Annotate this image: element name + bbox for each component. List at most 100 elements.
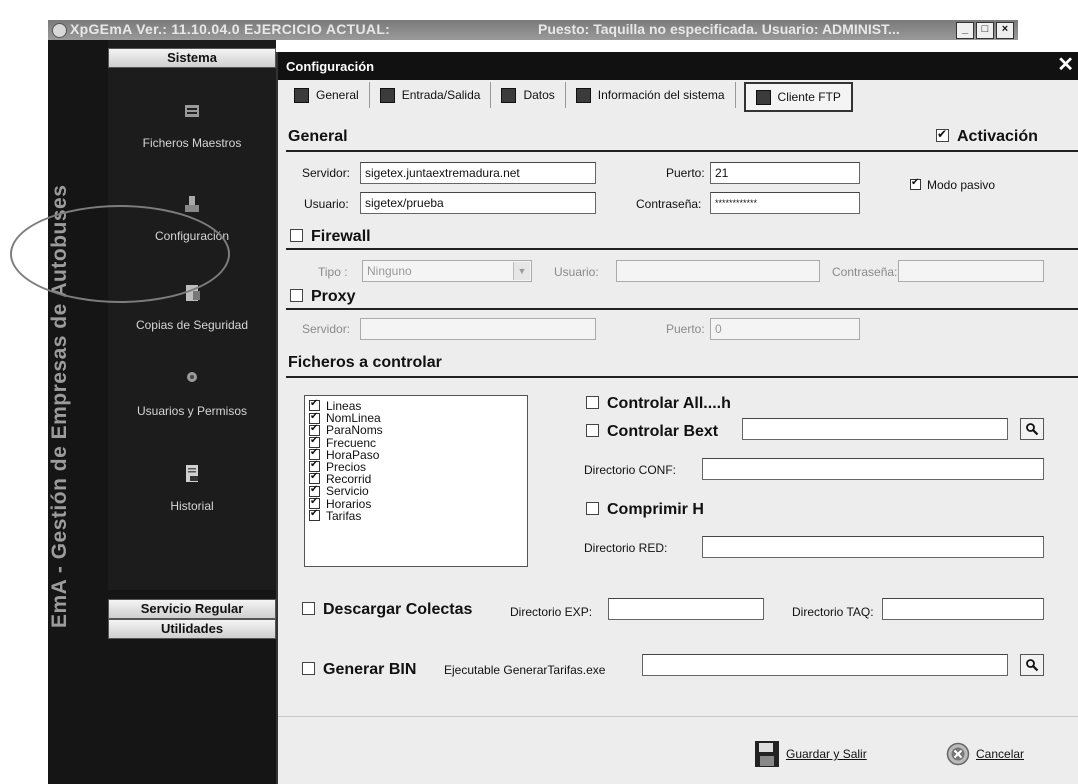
firewall-usuario-field[interactable] bbox=[616, 260, 820, 282]
checkbox-box[interactable] bbox=[586, 502, 599, 516]
directorio-exp-field[interactable] bbox=[608, 598, 764, 620]
tab-square-icon bbox=[575, 87, 591, 103]
divider bbox=[286, 308, 1078, 310]
directorio-conf-field[interactable] bbox=[702, 458, 1044, 480]
tab-datos[interactable]: Datos bbox=[491, 82, 566, 108]
directorio-taq-label: Directorio TAQ: bbox=[792, 605, 874, 619]
checkbox-box[interactable] bbox=[302, 602, 315, 616]
tipo-select[interactable]: Ninguno ▼ bbox=[362, 260, 532, 282]
app-status-puesto: Puesto: Taquilla no especificada. Usuari… bbox=[538, 21, 900, 37]
sidebar-header-utilidades[interactable]: Utilidades bbox=[108, 619, 276, 639]
controlar-all-label: Controlar All....h bbox=[607, 395, 731, 412]
checkbox-box[interactable] bbox=[586, 396, 599, 410]
history-icon bbox=[186, 465, 198, 482]
tab-cliente-ftp[interactable]: Cliente FTP bbox=[743, 82, 853, 112]
proxy-puerto-field[interactable]: 0 bbox=[710, 318, 860, 340]
proxy-checkbox[interactable]: Proxy bbox=[290, 288, 355, 306]
proxy-servidor-field[interactable] bbox=[360, 318, 596, 340]
tab-label: Entrada/Salida bbox=[401, 88, 481, 102]
proxy-servidor-label: Servidor: bbox=[302, 322, 351, 336]
checkbox-box[interactable] bbox=[290, 289, 303, 303]
checkbox-box[interactable] bbox=[936, 127, 949, 143]
config-icon bbox=[185, 196, 199, 212]
tab-label: General bbox=[316, 88, 359, 102]
bext-search-button[interactable] bbox=[1020, 418, 1044, 440]
sidebar-item-label: Copias de Seguridad bbox=[135, 318, 249, 332]
controlar-bext-field[interactable] bbox=[742, 418, 1008, 440]
ejecutable-search-button[interactable] bbox=[1020, 654, 1044, 676]
modo-pasivo-label: Modo pasivo bbox=[927, 178, 996, 192]
dialog-titlebar: Configuración ✕ bbox=[278, 52, 1078, 80]
tab-square-icon bbox=[755, 89, 771, 105]
sidebar-header-sistema[interactable]: Sistema bbox=[108, 48, 276, 68]
firewall-contrasena-field[interactable] bbox=[898, 260, 1044, 282]
tab-general[interactable]: General bbox=[284, 82, 370, 108]
footer-divider bbox=[278, 716, 1078, 717]
tab-entrada-salida[interactable]: Entrada/Salida bbox=[370, 82, 492, 108]
sidebar-item-label: Ficheros Maestros bbox=[142, 136, 242, 150]
usuario-label: Usuario: bbox=[304, 197, 349, 211]
files-checklist[interactable]: Lineas NomLinea ParaNoms Frecuenc HoraPa… bbox=[304, 395, 528, 567]
tipo-label: Tipo : bbox=[318, 265, 348, 279]
app-icon bbox=[52, 23, 67, 38]
sidebar-item-historial[interactable]: Historial bbox=[108, 463, 276, 513]
directorio-red-field[interactable] bbox=[702, 536, 1044, 558]
search-icon bbox=[1026, 659, 1039, 672]
tab-square-icon bbox=[379, 87, 395, 103]
save-disk-icon bbox=[755, 741, 779, 767]
section-title-ficheros: Ficheros a controlar bbox=[288, 354, 442, 371]
modo-pasivo-checkbox[interactable]: Modo pasivo bbox=[910, 177, 996, 192]
divider bbox=[286, 150, 1078, 152]
divider bbox=[286, 248, 1078, 250]
controlar-bext-checkbox[interactable]: Controlar Bext bbox=[586, 423, 718, 441]
proxy-label: Proxy bbox=[311, 288, 356, 305]
sidebar: Sistema Ficheros Maestros Configuración … bbox=[48, 40, 276, 654]
proxy-puerto-label: Puerto: bbox=[666, 322, 705, 336]
contrasena-field[interactable]: ************ bbox=[710, 192, 860, 214]
directorio-taq-field[interactable] bbox=[882, 598, 1044, 620]
tab-informacion-sistema[interactable]: Información del sistema bbox=[566, 82, 736, 108]
sidebar-item-label: Historial bbox=[170, 499, 214, 513]
firewall-checkbox[interactable]: Firewall bbox=[290, 228, 371, 246]
directorio-exp-label: Directorio EXP: bbox=[510, 605, 593, 619]
generar-bin-checkbox[interactable]: Generar BIN bbox=[302, 661, 416, 679]
ejecutable-field[interactable] bbox=[642, 654, 1008, 676]
search-icon bbox=[1026, 423, 1039, 436]
checkbox-box[interactable] bbox=[302, 662, 315, 676]
sidebar-header-servicio-regular[interactable]: Servicio Regular bbox=[108, 599, 276, 619]
directorio-conf-label: Directorio CONF: bbox=[584, 463, 677, 477]
close-window-button[interactable]: × bbox=[996, 22, 1014, 39]
sidebar-item-ficheros-maestros[interactable]: Ficheros Maestros bbox=[108, 100, 276, 150]
servidor-field[interactable]: sigetex.juntaextremadura.net bbox=[360, 162, 596, 184]
activacion-label: Activación bbox=[957, 128, 1038, 145]
comprimir-h-checkbox[interactable]: Comprimir H bbox=[586, 501, 704, 519]
usuario-field[interactable]: sigetex/prueba bbox=[360, 192, 596, 214]
dialog-close-icon[interactable]: ✕ bbox=[1057, 54, 1074, 76]
guardar-salir-button[interactable]: Guardar y Salir bbox=[754, 740, 867, 768]
list-item[interactable]: Tarifas bbox=[309, 508, 523, 522]
controlar-all-checkbox[interactable]: Controlar All....h bbox=[586, 395, 731, 413]
maximize-button[interactable]: □ bbox=[976, 22, 994, 39]
chevron-down-icon[interactable]: ▼ bbox=[513, 262, 530, 280]
sidebar-item-usuarios-permisos[interactable]: Usuarios y Permisos bbox=[108, 368, 276, 418]
minimize-button[interactable]: _ bbox=[956, 22, 974, 39]
checkbox-box[interactable] bbox=[309, 508, 320, 522]
tab-label: Cliente FTP bbox=[777, 90, 841, 104]
guardar-label: Guardar y Salir bbox=[786, 747, 867, 761]
checkbox-box[interactable] bbox=[290, 229, 303, 243]
folders-icon bbox=[185, 105, 199, 117]
activacion-checkbox[interactable]: Activación bbox=[936, 127, 1038, 146]
checkbox-box[interactable] bbox=[586, 424, 599, 438]
dialog-title: Configuración bbox=[286, 59, 375, 74]
annotation-ellipse bbox=[10, 205, 230, 303]
checkbox-box[interactable] bbox=[910, 177, 921, 191]
cancelar-button[interactable]: Cancelar bbox=[946, 742, 1024, 766]
puerto-label: Puerto: bbox=[666, 166, 705, 180]
firewall-label: Firewall bbox=[311, 228, 371, 245]
divider bbox=[286, 376, 1078, 378]
descargar-colectas-checkbox[interactable]: Descargar Colectas bbox=[302, 601, 472, 619]
puerto-field[interactable]: 21 bbox=[710, 162, 860, 184]
cancelar-label: Cancelar bbox=[976, 747, 1025, 761]
tab-bar: General Entrada/Salida Datos Información… bbox=[284, 82, 853, 112]
servidor-label: Servidor: bbox=[302, 166, 351, 180]
